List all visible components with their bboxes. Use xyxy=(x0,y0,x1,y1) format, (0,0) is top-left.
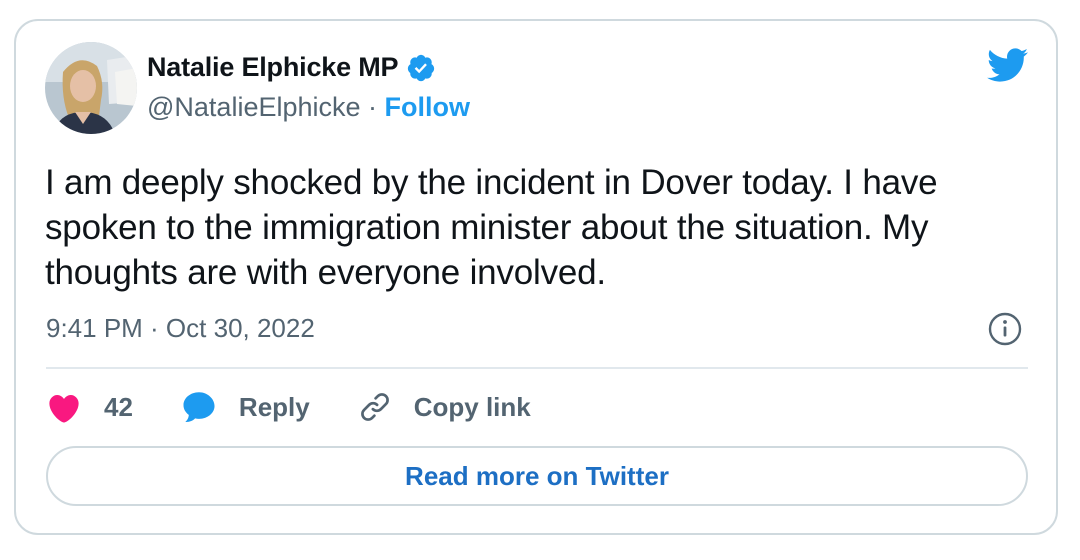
separator: · xyxy=(368,92,378,122)
copy-link-label: Copy link xyxy=(413,391,531,422)
avatar-photo xyxy=(45,42,137,134)
author-row: Natalie Elphicke MP xyxy=(147,52,436,83)
avatar[interactable] xyxy=(45,42,137,134)
reply-label: Reply xyxy=(238,391,310,422)
author-name[interactable]: Natalie Elphicke MP xyxy=(147,52,398,83)
action-bar: 42 Reply Copy link xyxy=(46,385,579,429)
verified-badge-icon xyxy=(408,54,435,81)
twitter-bird-icon[interactable] xyxy=(985,47,1029,83)
tweet-text: I am deeply shocked by the incident in D… xyxy=(45,163,938,292)
author-handle[interactable]: @NatalieElphicke xyxy=(147,92,361,122)
follow-button[interactable]: Follow xyxy=(385,92,470,122)
heart-icon xyxy=(49,394,79,423)
divider xyxy=(46,367,1028,369)
link-icon xyxy=(360,393,389,421)
speech-bubble-icon xyxy=(183,392,215,422)
reply-button[interactable]: Reply xyxy=(181,390,310,424)
timestamp[interactable]: 9:41 PM · Oct 30, 2022 xyxy=(46,313,315,344)
copy-link-button[interactable]: Copy link xyxy=(358,390,531,424)
like-count: 42 xyxy=(104,391,133,422)
read-more-button[interactable]: Read more on Twitter xyxy=(46,446,1028,506)
info-icon[interactable] xyxy=(988,312,1022,346)
handle-row: @NatalieElphicke · Follow xyxy=(147,92,470,123)
like-button[interactable]: 42 xyxy=(46,391,133,423)
